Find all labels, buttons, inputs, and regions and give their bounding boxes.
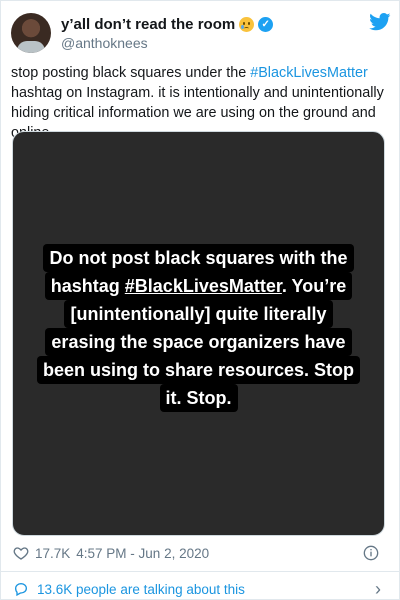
crying-face-emoji-icon [239,16,255,32]
story-line: erasing the space organizers have [45,328,352,356]
tweet-timestamp[interactable]: 4:57 PM - Jun 2, 2020 [76,546,209,561]
like-count[interactable]: 17.7K [35,546,70,561]
story-hashtag: #BlackLivesMatter [124,276,282,296]
heart-icon[interactable] [13,545,29,561]
story-line: Do not post black squares with the [43,244,354,272]
comment-bubble-icon [14,582,28,597]
story-line: hashtag #BlackLivesMatter. You’re [44,272,353,300]
chevron-right-icon[interactable]: › [375,579,381,599]
tweet-meta: 17.7K 4:57 PM - Jun 2, 2020 [13,543,209,563]
story-text-block: Do not post black squares with the hasht… [13,244,384,412]
talking-count-text[interactable]: 13.6K people are talking about this [37,582,245,597]
story-line: it. Stop. [159,384,238,412]
divider [1,571,399,572]
tweet-media-image[interactable]: Do not post black squares with the hasht… [12,131,385,536]
hashtag-link[interactable]: #BlackLivesMatter [250,65,368,81]
story-line: [unintentionally] quite literally [64,300,333,328]
tweet-text-part1: stop posting black squares under the [11,65,251,81]
author-names: y’all don’t read the room ✓ @anthoknees [61,15,274,51]
story-line: been using to share resources. Stop [36,356,361,384]
avatar[interactable] [11,13,51,53]
tweet-header: y’all don’t read the room ✓ @anthoknees [11,13,391,53]
verified-badge-icon: ✓ [258,16,274,32]
user-handle[interactable]: @anthoknees [61,35,273,51]
tweet-card: y’all don’t read the room ✓ @anthoknees … [0,0,400,600]
conversation-link[interactable]: 13.6K people are talking about this › [13,579,385,599]
display-name[interactable]: y’all don’t read the room [61,16,235,33]
twitter-bird-icon[interactable] [369,13,391,31]
info-icon[interactable] [363,545,379,561]
